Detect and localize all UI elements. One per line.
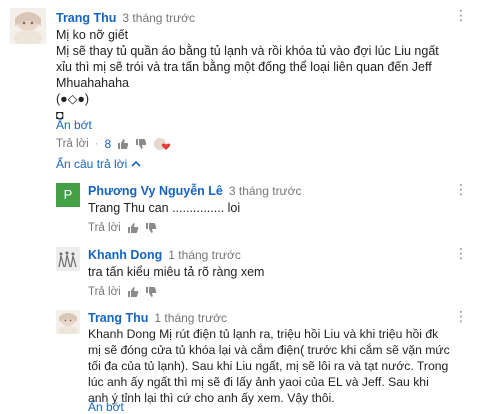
reply-line: mị sẽ đóng cửa tủ khóa lại và cắm điện( … [88, 343, 450, 357]
comment-header: Trang Thu 3 tháng trước [56, 9, 195, 27]
reply-header: Trang Thu 1 tháng trước [88, 309, 227, 327]
reply-text: Khanh Dong Mị rút điện tủ lạnh ra, triệu… [88, 326, 450, 406]
reply-actions: Trả lời [88, 222, 157, 234]
reply-time[interactable]: 3 tháng trước [229, 184, 302, 198]
reply-button[interactable]: Trả lời [88, 222, 121, 234]
show-less-link[interactable]: Ẩn bớt [56, 118, 92, 132]
comment-time[interactable]: 3 tháng trước [122, 11, 195, 25]
reply-author[interactable]: Khanh Dong [88, 248, 162, 262]
hide-replies-label: Ẩn câu trả lời [56, 157, 128, 171]
more-actions-icon[interactable]: ⋮ [454, 308, 468, 325]
reply-header: Khanh Dong 1 tháng trước [88, 246, 241, 264]
more-actions-icon[interactable]: ⋮ [454, 245, 468, 262]
comment-line: ◘ [56, 108, 64, 122]
reply-header: Phương Vy Nguyễn Lê 3 tháng trước [88, 182, 301, 200]
comment-line: (●◇●) [56, 92, 90, 106]
thumb-down-icon[interactable] [145, 222, 157, 234]
reply-line: lúc anh ấy ngất thì mị sẽ đi lấy ảnh yao… [88, 375, 429, 389]
hide-replies-toggle[interactable]: Ẩn câu trả lời [56, 157, 141, 171]
comment-author[interactable]: Trang Thu [56, 11, 116, 25]
comment-line: xỉu thì mị sẽ trói và tra tấn bằng một đ… [56, 60, 432, 74]
thumb-up-icon[interactable] [127, 286, 139, 298]
reply-author[interactable]: Trang Thu [88, 311, 148, 325]
comment-text: Mị ko nỡ giết Mị sẽ thay tủ quần áo bằng… [56, 27, 439, 123]
thumb-down-icon[interactable] [145, 286, 157, 298]
reply-actions: Trả lời [88, 286, 157, 298]
avatar[interactable] [56, 310, 80, 334]
thumb-down-icon[interactable] [135, 138, 147, 150]
reply-author[interactable]: Phương Vy Nguyễn Lê [88, 184, 223, 198]
reply-button[interactable]: Trả lời [88, 286, 121, 298]
more-actions-icon[interactable]: ⋮ [454, 181, 468, 198]
reply-line: anh ý tỉnh lại thì cứ cho anh ấy xem. Vậ… [88, 391, 335, 405]
reply-line: Khanh Dong Mị rút điện tủ lạnh ra, triệu… [88, 327, 439, 341]
show-less-link[interactable]: Ẩn bớt [88, 400, 124, 414]
reply-time[interactable]: 1 tháng trước [168, 248, 241, 262]
reply-text: tra tấn kiểu miêu tả rõ ràng xem [88, 265, 265, 279]
reply-text: Trang Thu can ............... loi [88, 201, 241, 215]
reply-button[interactable]: Trả lời [56, 138, 89, 150]
separator: · [94, 138, 99, 150]
comment-line: Mị ko nỡ giết [56, 28, 129, 42]
comment-line: Mị sẽ thay tủ quần áo bằng tủ lạnh và rồ… [56, 44, 439, 58]
comment-line: Mhuahahaha [56, 76, 129, 90]
avatar[interactable] [56, 247, 80, 271]
reply-time[interactable]: 1 tháng trước [154, 311, 227, 325]
reply-line: tối đa của tủ lạnh). Sau khi Liu ngất, m… [88, 359, 449, 373]
creator-heart-icon [153, 137, 171, 151]
avatar[interactable]: P [56, 183, 80, 207]
thumb-up-icon[interactable] [117, 138, 129, 150]
avatar[interactable] [10, 8, 46, 44]
more-actions-icon[interactable]: ⋮ [454, 7, 468, 24]
chevron-up-icon [131, 160, 141, 168]
like-count: 8 [104, 137, 112, 151]
thumb-up-icon[interactable] [127, 222, 139, 234]
comment-actions: Trả lời · 8 [56, 137, 171, 151]
